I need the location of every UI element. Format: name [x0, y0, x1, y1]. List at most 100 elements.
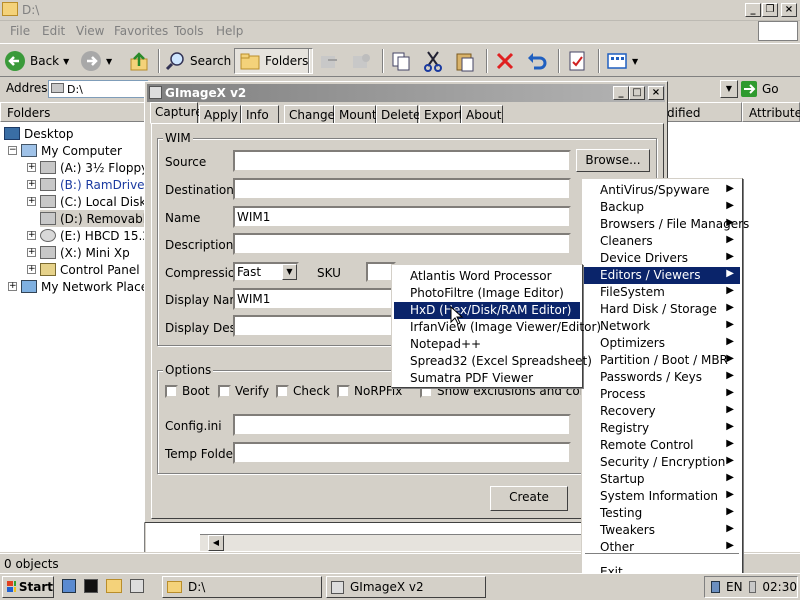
tree-item-desktop[interactable]: Desktop — [4, 125, 74, 142]
expand-icon[interactable]: + — [27, 197, 36, 206]
undo-button[interactable] — [526, 48, 548, 74]
properties-button[interactable] — [566, 48, 588, 74]
tree-item-local-disk[interactable]: + (C:) Local Disk — [27, 193, 146, 210]
checkbox-box[interactable] — [337, 384, 350, 398]
expand-icon[interactable]: + — [27, 231, 36, 240]
back-button[interactable]: Back ▼ — [4, 48, 69, 74]
up-folder-button[interactable] — [128, 48, 150, 74]
menu-file[interactable]: File — [10, 24, 30, 38]
menu-item[interactable]: Tweakers ▶ — [584, 522, 740, 539]
dialog-maximize-button[interactable]: □ — [629, 86, 645, 100]
dialog-close-button[interactable]: × — [648, 86, 664, 100]
quicklaunch-cmd-icon[interactable] — [84, 579, 98, 593]
tab-apply[interactable]: Apply — [199, 105, 241, 124]
tab-about[interactable]: About — [461, 105, 503, 124]
delete-button[interactable] — [494, 48, 516, 74]
menu-item[interactable]: Process ▶ — [584, 386, 740, 403]
task-explorer[interactable]: D:\ — [162, 576, 322, 598]
close-button[interactable]: × — [781, 3, 797, 17]
submenu-item[interactable]: Atlantis Word Processor — [394, 268, 580, 285]
submenu-item[interactable]: Spread32 (Excel Spreadsheet) — [394, 353, 592, 370]
destination-input[interactable] — [233, 178, 571, 200]
menu-view[interactable]: View — [76, 24, 104, 38]
checkbox-box[interactable] — [218, 384, 231, 398]
expand-icon[interactable]: + — [27, 180, 36, 189]
tree-item-control-panel[interactable]: + Control Panel — [27, 261, 140, 278]
forward-button[interactable]: ▼ — [80, 48, 112, 74]
menu-item[interactable]: FileSystem ▶ — [584, 284, 740, 301]
tab-change[interactable]: Change — [284, 105, 335, 124]
menu-item[interactable]: Editors / Viewers ▶ — [584, 267, 740, 284]
submenu-item[interactable]: PhotoFiltre (Image Editor) — [394, 285, 580, 302]
address-dropdown-button[interactable]: ▼ — [720, 80, 738, 98]
checkbox-box[interactable] — [276, 384, 289, 398]
tab-capture[interactable]: Capture — [150, 102, 203, 124]
verify-checkbox[interactable]: Verify — [218, 384, 269, 398]
dialog-minimize-button[interactable]: _ — [613, 86, 629, 100]
source-input[interactable] — [233, 150, 571, 172]
menu-item[interactable]: Cleaners ▶ — [584, 233, 740, 250]
submenu-item[interactable]: Notepad++ — [394, 336, 580, 353]
menu-item[interactable]: Network ▶ — [584, 318, 740, 335]
network-tray-icon[interactable] — [711, 581, 720, 593]
tree-item-minixp[interactable]: + (X:) Mini Xp — [27, 244, 130, 261]
cut-button[interactable] — [422, 48, 444, 74]
menu-item[interactable]: System Information ▶ — [584, 488, 740, 505]
copy-button[interactable] — [390, 48, 412, 74]
temp-folder-input[interactable] — [233, 442, 571, 464]
quicklaunch-explorer-icon[interactable] — [106, 579, 122, 593]
column-header-modified[interactable]: dified — [660, 102, 742, 122]
boot-checkbox[interactable]: Boot — [165, 384, 210, 398]
tree-item-floppy[interactable]: + (A:) 3½ Floppy — [27, 159, 148, 176]
quicklaunch-ie-icon[interactable] — [62, 579, 76, 593]
start-button[interactable]: Start — [2, 576, 54, 598]
description-input[interactable] — [233, 233, 571, 255]
paste-button[interactable] — [454, 48, 476, 74]
minimize-button[interactable]: _ — [745, 3, 761, 17]
menu-item[interactable]: Partition / Boot / MBR ▶ — [584, 352, 740, 369]
menu-item[interactable]: Backup ▶ — [584, 199, 740, 216]
tree-item-network-places[interactable]: + My Network Places — [8, 278, 154, 295]
menu-item[interactable]: Optimizers ▶ — [584, 335, 740, 352]
collapse-icon[interactable]: − — [8, 146, 17, 155]
submenu-item[interactable]: Sumatra PDF Viewer — [394, 370, 580, 387]
scroll-left-icon[interactable]: ◀ — [208, 535, 224, 551]
chevron-down-icon[interactable]: ▼ — [282, 264, 297, 280]
menu-help[interactable]: Help — [216, 24, 243, 38]
menu-item[interactable]: Remote Control ▶ — [584, 437, 740, 454]
horizontal-scrollbar[interactable]: ◀ — [200, 534, 600, 551]
tree-item-my-computer[interactable]: − My Computer — [8, 142, 122, 159]
menu-item[interactable]: Security / Encryption ▶ — [584, 454, 740, 471]
browse-button[interactable]: Browse... — [576, 149, 650, 172]
menu-item[interactable]: Startup ▶ — [584, 471, 740, 488]
submenu-item[interactable]: IrfanView (Image Viewer/Editor) — [394, 319, 601, 336]
quicklaunch-desktop-icon[interactable] — [130, 579, 144, 593]
menu-item[interactable]: Registry ▶ — [584, 420, 740, 437]
submenu-item[interactable]: HxD (Hex/Disk/RAM Editor) — [394, 302, 580, 319]
config-ini-input[interactable] — [233, 414, 571, 436]
views-button[interactable]: ▼ — [606, 48, 638, 74]
move-to-button[interactable] — [318, 48, 340, 74]
expand-icon[interactable]: + — [27, 248, 36, 257]
tab-delete[interactable]: Delete — [376, 105, 420, 124]
menu-item[interactable]: Device Drivers ▶ — [584, 250, 740, 267]
search-button[interactable]: Search — [164, 48, 231, 74]
menu-item[interactable]: Passwords / Keys ▶ — [584, 369, 740, 386]
menu-item[interactable]: Hard Disk / Storage ▶ — [584, 301, 740, 318]
tab-mount[interactable]: Mount — [334, 105, 377, 124]
compression-select[interactable]: Fast ▼ — [233, 262, 299, 282]
menu-item[interactable]: Browsers / File Managers ▶ — [584, 216, 749, 233]
task-gimagex[interactable]: GImageX v2 — [326, 576, 486, 598]
tab-export[interactable]: Export — [419, 105, 463, 124]
menu-item[interactable]: Recovery ▶ — [584, 403, 740, 420]
check-checkbox[interactable]: Check — [276, 384, 330, 398]
menu-edit[interactable]: Edit — [42, 24, 65, 38]
tree-item-ramdrive[interactable]: + (B:) RamDrive — [27, 176, 145, 193]
menu-favorites[interactable]: Favorites — [114, 24, 168, 38]
tab-info[interactable]: Info — [241, 105, 279, 124]
expand-icon[interactable]: + — [27, 265, 36, 274]
create-button[interactable]: Create — [490, 486, 568, 511]
expand-icon[interactable]: + — [8, 282, 17, 291]
menu-item[interactable]: Testing ▶ — [584, 505, 740, 522]
tree-item-hbcd[interactable]: + (E:) HBCD 15.2 — [27, 227, 150, 244]
